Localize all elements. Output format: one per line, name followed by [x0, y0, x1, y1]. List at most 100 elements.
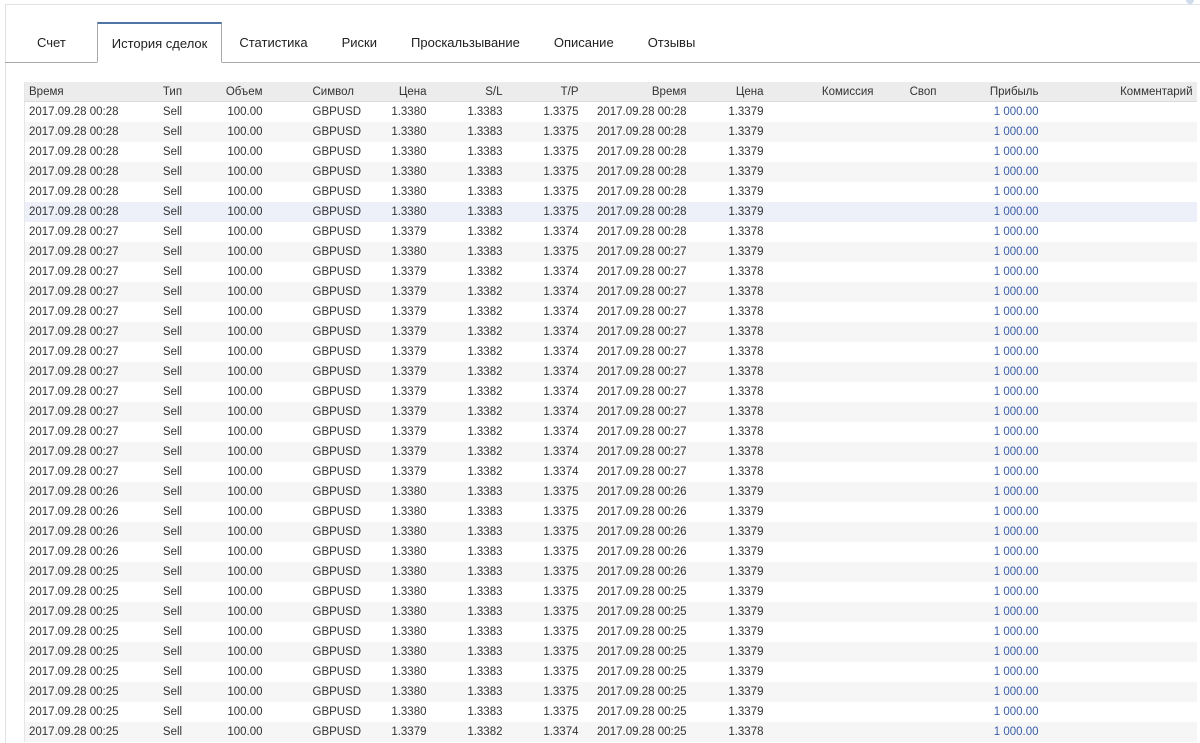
cell-open-price: 1.3380: [391, 166, 427, 178]
table-row[interactable]: 2017.09.28 00:25 Sell 100.00 GBPUSD 1.3379 1.…: [24, 722, 1197, 742]
table-row[interactable]: 2017.09.28 00:26 Sell 100.00 GBPUSD 1.3380 1.…: [24, 482, 1197, 502]
column-header-take-profit[interactable]: T/P: [506, 82, 583, 102]
table-row[interactable]: 2017.09.28 00:27 Sell 100.00 GBPUSD 1.3379 1.…: [24, 362, 1197, 382]
cell-symbol: GBPUSD: [312, 566, 362, 578]
cell-open-price: 1.3380: [391, 626, 427, 638]
cell-open-time: 2017.09.28 00:26: [29, 526, 119, 538]
table-row[interactable]: 2017.09.28 00:26 Sell 100.00 GBPUSD 1.3380 1.…: [25, 542, 1197, 562]
cell-take-profit: 1.3374: [543, 306, 579, 318]
cell-stop-loss: 1.3382: [467, 346, 503, 358]
cell-open-price: 1.3380: [391, 686, 427, 698]
cell-swap: [878, 242, 941, 262]
cell-symbol: GBPUSD: [312, 366, 362, 378]
column-header-close-time[interactable]: Время: [582, 82, 691, 102]
column-header-close-price[interactable]: Цена: [690, 82, 768, 102]
table-row[interactable]: 2017.09.28 00:25 Sell 100.00 GBPUSD 1.3380 1.…: [24, 602, 1197, 622]
cell-symbol: GBPUSD: [312, 226, 362, 238]
cell-close-price: 1.3379: [728, 546, 764, 558]
cell-volume: 100.00: [227, 406, 263, 418]
cell-profit: 1 000.00: [993, 586, 1039, 598]
cell-commission: [768, 622, 878, 642]
cell-stop-loss: 1.3383: [467, 686, 503, 698]
column-header-volume[interactable]: Объем: [204, 82, 267, 102]
table-row[interactable]: 2017.09.28 00:27 Sell 100.00 GBPUSD 1.3379 1.…: [25, 302, 1197, 322]
tab-2[interactable]: История сделок: [96, 22, 223, 63]
cell-profit: 1 000.00: [993, 266, 1039, 278]
column-header-swap[interactable]: Своп: [877, 82, 941, 102]
table-row[interactable]: 2017.09.28 00:27 Sell 100.00 GBPUSD 1.3379 1.…: [25, 222, 1197, 242]
tab-5[interactable]: Проскальзывание: [394, 22, 537, 62]
table-row[interactable]: 2017.09.28 00:26 Sell 100.00 GBPUSD 1.3380 1.…: [24, 522, 1197, 542]
cell-profit: 1 000.00: [993, 486, 1039, 498]
cell-swap: [878, 202, 941, 222]
cell-stop-loss: 1.3383: [467, 246, 503, 258]
tab-bar: Счет История сделок Статистика Риски Проскал…: [5, 22, 1200, 63]
tab-4[interactable]: Риски: [325, 22, 394, 62]
cell-commission: [768, 442, 878, 462]
cell-volume: 100.00: [227, 686, 263, 698]
cell-symbol: GBPUSD: [312, 286, 362, 298]
cell-volume: 100.00: [227, 146, 263, 158]
table-row[interactable]: 2017.09.28 00:25 Sell 100.00 GBPUSD 1.3380 1.…: [25, 702, 1197, 722]
table-row[interactable]: 2017.09.28 00:27 Sell 100.00 GBPUSD 1.3379 1.…: [25, 422, 1197, 442]
table-row[interactable]: 2017.09.28 00:25 Sell 100.00 GBPUSD 1.3380 1.…: [24, 642, 1197, 662]
cell-stop-loss: 1.3383: [467, 126, 503, 138]
column-header-open-time[interactable]: Время: [24, 82, 141, 102]
table-row[interactable]: 2017.09.28 00:27 Sell 100.00 GBPUSD 1.3379 1.…: [24, 402, 1197, 422]
table-row[interactable]: 2017.09.28 00:27 Sell 100.00 GBPUSD 1.3379 1.…: [25, 262, 1197, 282]
cell-volume: 100.00: [227, 126, 263, 138]
tab-7[interactable]: Отзывы: [631, 22, 713, 62]
table-row[interactable]: 2017.09.28 00:27 Sell 100.00 GBPUSD 1.3379 1.…: [24, 322, 1197, 342]
column-header-symbol[interactable]: Символ: [266, 82, 371, 102]
cell-open-time: 2017.09.28 00:27: [29, 226, 119, 238]
column-header-comment[interactable]: Комментарий: [1042, 82, 1197, 102]
cell-stop-loss: 1.3383: [467, 626, 503, 638]
column-header-open-price[interactable]: Цена: [370, 82, 431, 102]
table-row[interactable]: 2017.09.28 00:28 Sell 100.00 GBPUSD 1.3380 1.…: [24, 162, 1197, 182]
cell-type: Sell: [162, 506, 183, 518]
table-row[interactable]: 2017.09.28 00:27 Sell 100.00 GBPUSD 1.3379 1.…: [25, 342, 1197, 362]
table-row[interactable]: 2017.09.28 00:28 Sell 100.00 GBPUSD 1.3380 1.…: [25, 102, 1197, 123]
cell-profit: 1 000.00: [993, 446, 1039, 458]
table-row[interactable]: 2017.09.28 00:28 Sell 100.00 GBPUSD 1.3380 1.…: [24, 122, 1197, 142]
table-row[interactable]: 2017.09.28 00:25 Sell 100.00 GBPUSD 1.3380 1.…: [25, 662, 1197, 682]
cell-profit: 1 000.00: [993, 506, 1039, 518]
cell-close-time: 2017.09.28 00:27: [596, 246, 687, 258]
table-row[interactable]: 2017.09.28 00:27 Sell 100.00 GBPUSD 1.3380 1.…: [24, 242, 1197, 262]
cell-commission: [768, 382, 878, 402]
column-header-type[interactable]: Тип: [140, 82, 205, 102]
table-row[interactable]: 2017.09.28 00:25 Sell 100.00 GBPUSD 1.3380 1.…: [24, 562, 1197, 582]
cell-close-price: 1.3379: [728, 606, 764, 618]
cell-take-profit: 1.3374: [543, 226, 579, 238]
cell-commission: [768, 542, 878, 562]
table-row[interactable]: 2017.09.28 00:27 Sell 100.00 GBPUSD 1.3379 1.…: [24, 442, 1197, 462]
table-row[interactable]: 2017.09.28 00:26 Sell 100.00 GBPUSD 1.3380 1.…: [25, 502, 1197, 522]
cell-take-profit: 1.3375: [543, 146, 579, 158]
tab-6[interactable]: Описание: [537, 22, 631, 62]
cell-close-time: 2017.09.28 00:27: [596, 346, 687, 358]
column-header-profit[interactable]: Прибыль: [940, 82, 1043, 102]
cell-swap: [878, 222, 941, 242]
tab-1[interactable]: Счет: [20, 22, 83, 62]
cell-open-time: 2017.09.28 00:25: [29, 686, 119, 698]
table-row[interactable]: 2017.09.28 00:27 Sell 100.00 GBPUSD 1.3379 1.…: [24, 282, 1197, 302]
cell-swap: [878, 382, 941, 402]
table-row[interactable]: 2017.09.28 00:25 Sell 100.00 GBPUSD 1.3380 1.…: [25, 582, 1197, 602]
tab-3[interactable]: Статистика: [222, 22, 324, 62]
cell-symbol: GBPUSD: [312, 146, 362, 158]
table-row[interactable]: 2017.09.28 00:25 Sell 100.00 GBPUSD 1.3380 1.…: [25, 622, 1197, 642]
table-row[interactable]: 2017.09.28 00:28 Sell 100.00 GBPUSD 1.3380 1.…: [25, 182, 1197, 202]
cell-take-profit: 1.3374: [543, 366, 579, 378]
cell-close-price: 1.3379: [728, 126, 764, 138]
table-row[interactable]: 2017.09.28 00:27 Sell 100.00 GBPUSD 1.3379 1.…: [25, 382, 1197, 402]
column-header-commission[interactable]: Комиссия: [767, 82, 878, 102]
table-row[interactable]: 2017.09.28 00:28 Sell 100.00 GBPUSD 1.3380 1.…: [25, 142, 1197, 162]
cell-volume: 100.00: [227, 566, 263, 578]
table-row[interactable]: 2017.09.28 00:25 Sell 100.00 GBPUSD 1.3380 1.…: [24, 682, 1197, 702]
table-row[interactable]: 2017.09.28 00:28 Sell 100.00 GBPUSD 1.3380 1.…: [24, 202, 1197, 222]
cell-commission: [768, 202, 878, 222]
cell-take-profit: 1.3375: [543, 586, 579, 598]
cell-close-time: 2017.09.28 00:27: [596, 366, 687, 378]
column-header-stop-loss[interactable]: S/L: [430, 82, 507, 102]
table-row[interactable]: 2017.09.28 00:27 Sell 100.00 GBPUSD 1.3379 1.…: [25, 462, 1197, 482]
